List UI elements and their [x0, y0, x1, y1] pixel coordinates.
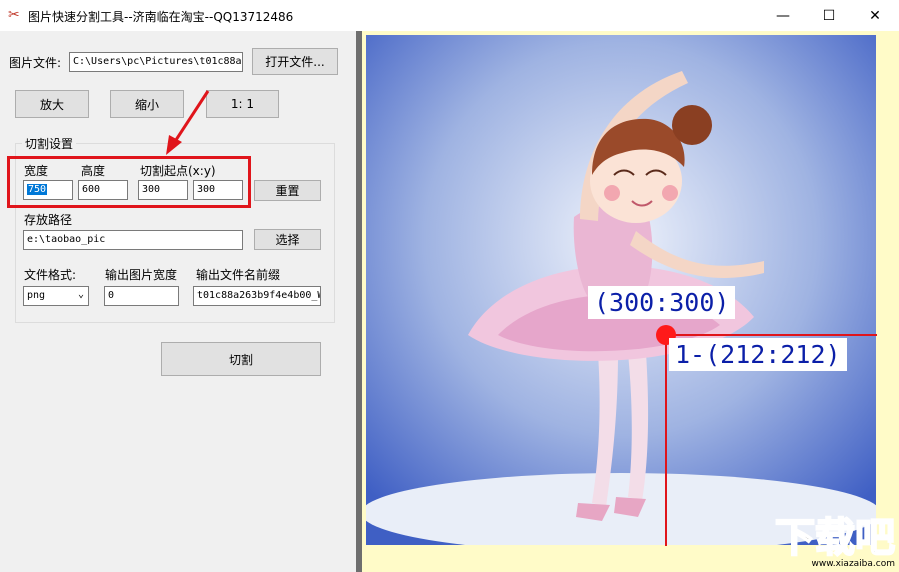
image-path-field[interactable]: C:\Users\pc\Pictures\t01c88a: [69, 52, 243, 72]
highlight-annotation-box: [7, 156, 251, 208]
crop-left-edge: [665, 334, 667, 546]
size-readout: 1-(212:212): [669, 338, 847, 371]
chevron-down-icon: ⌄: [77, 289, 84, 300]
annotation-arrow: [166, 90, 210, 155]
minimize-button[interactable]: —: [760, 0, 806, 31]
title-bar: ✂ 图片快速分割工具--济南临在淘宝--QQ13712486 — ☐ ✕: [0, 0, 899, 31]
open-file-button[interactable]: 打开文件...: [252, 48, 338, 75]
prefix-label: 输出文件名前缀: [196, 268, 281, 282]
output-width-field[interactable]: 0: [104, 286, 179, 306]
choose-folder-button[interactable]: 选择: [254, 229, 321, 250]
image-file-label: 图片文件:: [9, 56, 62, 70]
crop-top-edge: [665, 334, 877, 336]
zoom-in-button[interactable]: 放大: [15, 90, 89, 118]
cut-button[interactable]: 切割: [161, 342, 321, 376]
close-button[interactable]: ✕: [852, 0, 898, 31]
maximize-icon: ☐: [822, 7, 836, 24]
maximize-button[interactable]: ☐: [806, 0, 852, 31]
prefix-field[interactable]: t01c88a263b9f4e4b00_W: [193, 286, 321, 306]
reset-button[interactable]: 重置: [254, 180, 321, 201]
window-title: 图片快速分割工具--济南临在淘宝--QQ13712486: [28, 10, 294, 24]
format-value: png: [27, 290, 46, 301]
save-path-label: 存放路径: [24, 213, 73, 227]
origin-readout: (300:300): [588, 286, 736, 319]
format-select[interactable]: png ⌄: [23, 286, 89, 306]
actual-size-button[interactable]: 1: 1: [206, 90, 279, 118]
format-label: 文件格式:: [24, 268, 77, 282]
output-width-label: 输出图片宽度: [105, 268, 178, 282]
save-path-field[interactable]: e:\taobao_pic: [23, 230, 243, 250]
watermark-logo: 下载吧: [774, 514, 896, 562]
close-icon: ✕: [869, 7, 881, 24]
scissors-icon: ✂: [8, 7, 20, 23]
site-watermark: 下载吧 www.xiazaiba.com: [760, 514, 899, 572]
minimize-icon: —: [776, 7, 790, 24]
cut-settings-title: 切割设置: [22, 135, 77, 152]
watermark-url: www.xiazaiba.com: [811, 559, 895, 569]
